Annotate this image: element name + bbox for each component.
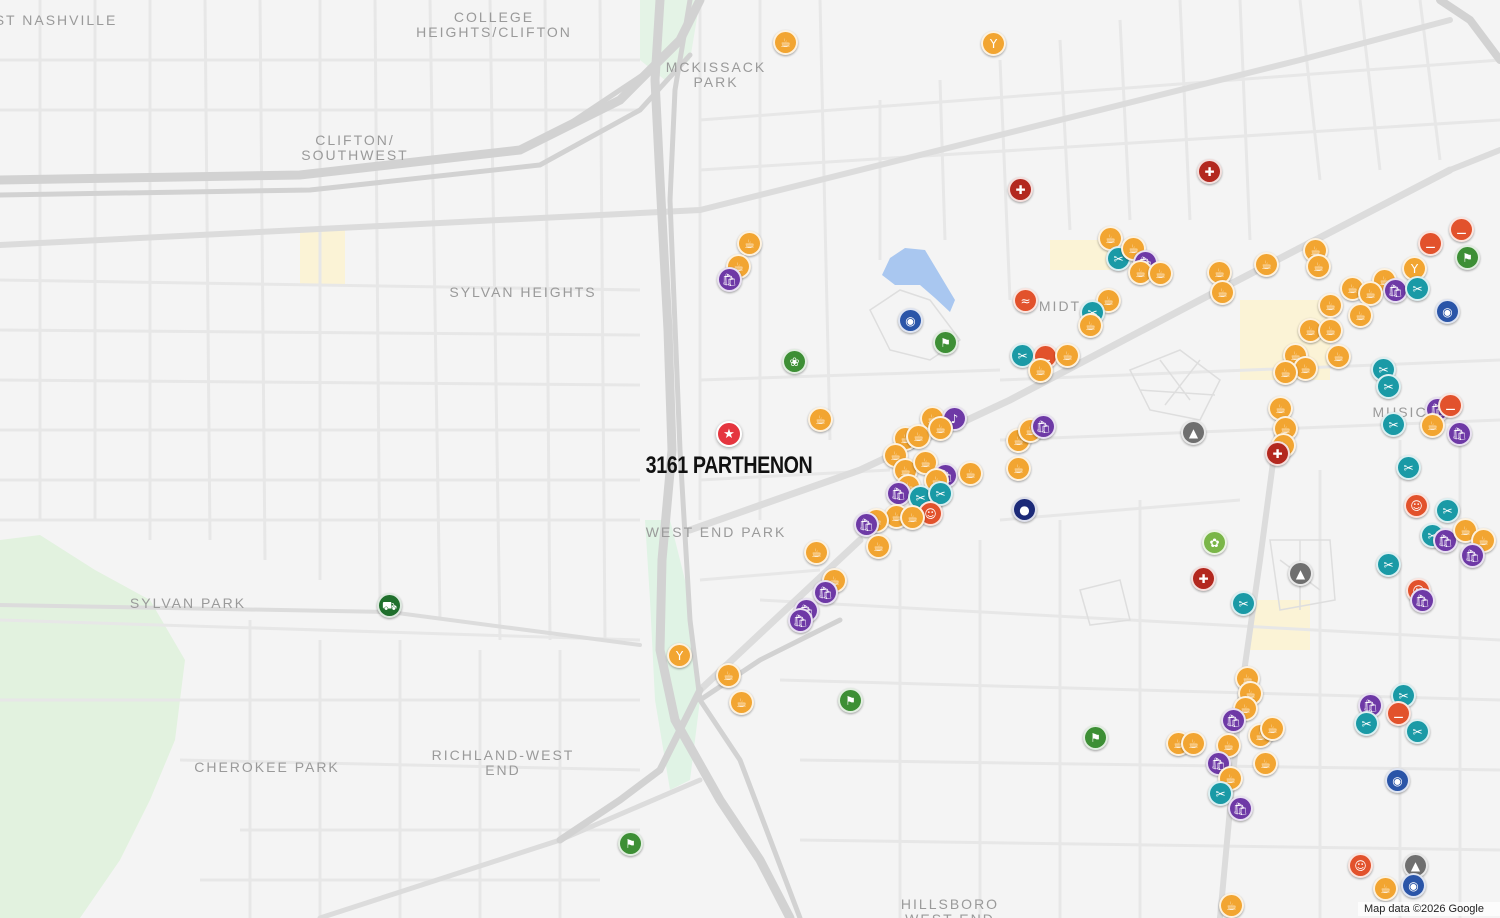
cup-icon[interactable]: ☕ — [1420, 413, 1445, 438]
area-label-sylvan-park: SYLVAN PARK — [129, 595, 247, 611]
star-icon[interactable]: ★ — [716, 421, 742, 447]
hiking-icon[interactable]: ⚑ — [618, 831, 643, 856]
cup-icon[interactable]: ☕ — [773, 30, 798, 55]
graduation-cap-icon[interactable]: ▲ — [1288, 561, 1313, 586]
cup-icon[interactable]: ☕ — [928, 416, 953, 441]
flower-icon[interactable]: ✿ — [1202, 530, 1227, 555]
shopping-cart-icon[interactable]: ⛟ — [377, 593, 402, 618]
cup-icon[interactable]: ☕ — [866, 534, 891, 559]
scissors-icon[interactable]: ✂ — [1405, 719, 1430, 744]
hiking-icon[interactable]: ⚑ — [933, 330, 958, 355]
scissors-icon[interactable]: ✂ — [1354, 711, 1379, 736]
cup-icon[interactable]: ☕ — [958, 461, 983, 486]
hiking-icon[interactable]: ⚑ — [1083, 725, 1108, 750]
home-address-label: 3161 PARTHENON — [645, 452, 813, 479]
cup-icon[interactable]: ☕ — [737, 231, 762, 256]
map-canvas[interactable]: ST NASHVILLE COLLEGE HEIGHTS/CLIFTON MCK… — [0, 0, 1500, 918]
cup-icon[interactable]: ☕ — [729, 690, 754, 715]
cup-icon[interactable]: ☕ — [1006, 456, 1031, 481]
scissors-icon[interactable]: ✂ — [1376, 374, 1401, 399]
hiking-icon[interactable]: ⚑ — [838, 688, 863, 713]
area-label-college-heights: COLLEGE HEIGHTS/CLIFTON — [416, 9, 572, 40]
yoga-icon[interactable]: ☺ — [1404, 493, 1429, 518]
shopping-bag-icon[interactable]: 🛍 — [1221, 708, 1246, 733]
cocktail-icon[interactable]: Y — [667, 643, 692, 668]
medical-kit-icon[interactable]: ✚ — [1265, 441, 1290, 466]
camera-icon[interactable]: ◉ — [1435, 299, 1460, 324]
area-label-north-nashville: ST NASHVILLE — [0, 12, 118, 28]
cup-icon[interactable]: ☕ — [808, 407, 833, 432]
camera-icon[interactable]: ◉ — [1401, 873, 1426, 898]
shopping-bag-icon[interactable]: 🛍 — [1410, 588, 1435, 613]
hiking-icon[interactable]: ⚑ — [1455, 245, 1480, 270]
area-label-cherokee-park: CHEROKEE PARK — [194, 759, 340, 775]
cup-icon[interactable]: ☕ — [1318, 293, 1343, 318]
area-label-clifton-southwest: CLIFTON/ SOUTHWEST — [301, 132, 409, 163]
map-attribution: Map data ©2026 Google — [1357, 902, 1500, 916]
shopping-bag-icon[interactable]: 🛍 — [813, 580, 838, 605]
camera-icon[interactable]: ◉ — [1385, 768, 1410, 793]
shopping-bag-icon[interactable]: 🛍 — [1460, 543, 1485, 568]
medical-kit-icon[interactable]: ✚ — [1008, 177, 1033, 202]
shopping-bag-icon[interactable]: 🛍 — [1031, 414, 1056, 439]
cup-icon[interactable]: ☕ — [1306, 254, 1331, 279]
area-label-mckissack-park: MCKISSACK PARK — [665, 59, 767, 90]
dumbbell-icon[interactable]: ⚊ — [1418, 231, 1443, 256]
scissors-icon[interactable]: ✂ — [1396, 455, 1421, 480]
football-icon[interactable]: ● — [1012, 497, 1037, 522]
scissors-icon[interactable]: ✂ — [1381, 412, 1406, 437]
cup-icon[interactable]: ☕ — [1253, 751, 1278, 776]
area-label-sylvan-heights: SYLVAN HEIGHTS — [449, 284, 597, 300]
medical-kit-icon[interactable]: ✚ — [1197, 159, 1222, 184]
scissors-icon[interactable]: ✂ — [1231, 591, 1256, 616]
cup-icon[interactable]: ☕ — [1273, 360, 1298, 385]
cup-icon[interactable]: ☕ — [1055, 343, 1080, 368]
shopping-bag-icon[interactable]: 🛍 — [886, 481, 911, 506]
area-label-richland-west-end: RICHLAND-WEST END — [431, 747, 575, 778]
cup-icon[interactable]: ☕ — [1148, 261, 1173, 286]
cup-icon[interactable]: ☕ — [1210, 280, 1235, 305]
shopping-bag-icon[interactable]: 🛍 — [717, 267, 742, 292]
camera-icon[interactable]: ◉ — [898, 308, 923, 333]
area-label-west-end-park: WEST END PARK — [645, 524, 787, 540]
cup-icon[interactable]: ☕ — [1078, 313, 1103, 338]
shopping-bag-icon[interactable]: 🛍 — [1228, 796, 1253, 821]
medical-kit-icon[interactable]: ✚ — [1191, 566, 1216, 591]
cup-icon[interactable]: ☕ — [804, 540, 829, 565]
cup-icon[interactable]: ☕ — [1254, 252, 1279, 277]
area-label-midtown: MIDT — [1038, 298, 1082, 314]
paw-icon[interactable]: ❀ — [782, 349, 807, 374]
cup-icon[interactable]: ☕ — [1181, 731, 1206, 756]
yoga-icon[interactable]: ☺ — [1348, 853, 1373, 878]
cup-icon[interactable]: ☕ — [1373, 876, 1398, 901]
dumbbell-icon[interactable]: ⚊ — [1438, 393, 1463, 418]
area-label-hillsboro-west-end: HILLSBORO WEST END — [900, 896, 1000, 918]
cup-icon[interactable]: ☕ — [1326, 344, 1351, 369]
cup-icon[interactable]: ☕ — [1028, 358, 1053, 383]
dumbbell-icon[interactable]: ⚊ — [1449, 217, 1474, 242]
cup-icon[interactable]: ☕ — [900, 505, 925, 530]
cup-icon[interactable]: ☕ — [1260, 716, 1285, 741]
shopping-bag-icon[interactable]: 🛍 — [788, 608, 813, 633]
scissors-icon[interactable]: ✂ — [1435, 498, 1460, 523]
graduation-cap-icon[interactable]: ▲ — [1181, 420, 1206, 445]
cocktail-icon[interactable]: Y — [981, 31, 1006, 56]
swimming-icon[interactable]: ≈ — [1013, 288, 1038, 313]
scissors-icon[interactable]: ✂ — [1376, 552, 1401, 577]
cup-icon[interactable]: ☕ — [1348, 303, 1373, 328]
cup-icon[interactable]: ☕ — [1318, 318, 1343, 343]
cup-icon[interactable]: ☕ — [1219, 893, 1244, 918]
shopping-bag-icon[interactable]: 🛍 — [1447, 421, 1472, 446]
scissors-icon[interactable]: ✂ — [1405, 276, 1430, 301]
cup-icon[interactable]: ☕ — [716, 663, 741, 688]
